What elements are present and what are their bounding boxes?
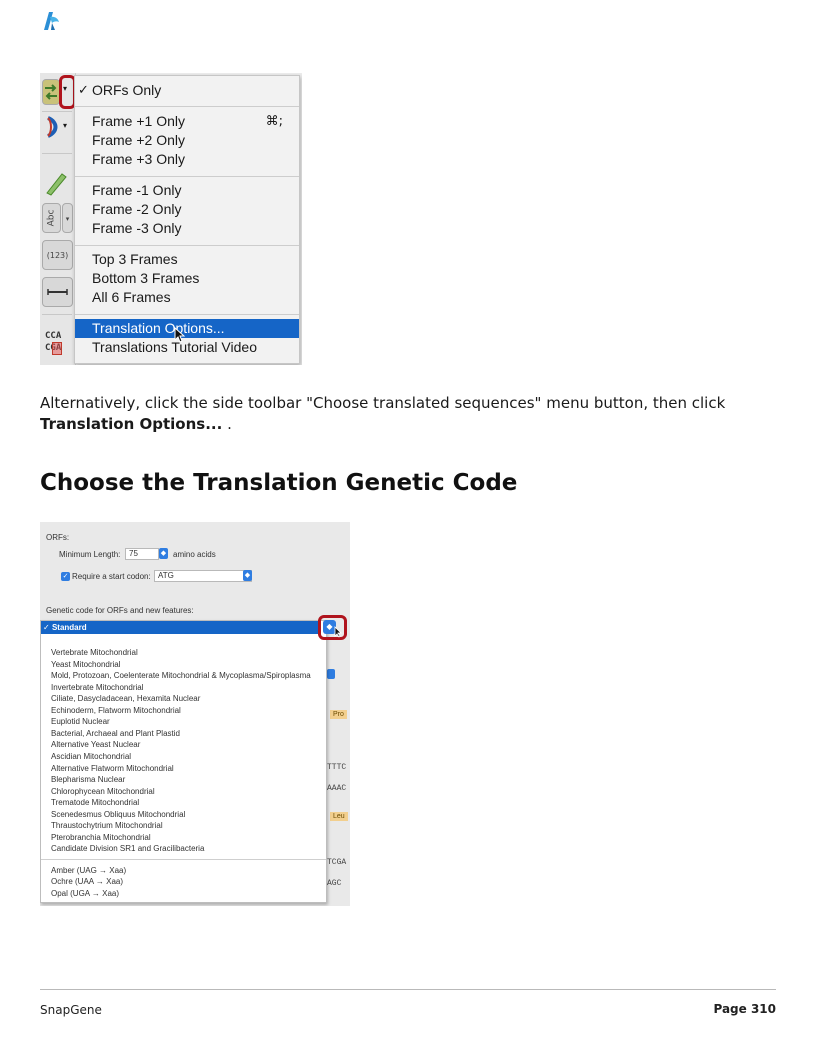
checkmark-icon: ✓: [43, 623, 52, 632]
menu-item-frame-minus-1[interactable]: Frame -1 Only: [75, 181, 299, 200]
mouse-cursor-icon: [174, 327, 185, 343]
genetic-code-option[interactable]: Ascidian Mitochondrial: [51, 751, 131, 762]
snapgene-logo: [44, 12, 59, 30]
orfs-section-label: ORFs:: [46, 533, 70, 542]
stop-codon-option[interactable]: Opal (UGA → Xaa): [51, 888, 119, 899]
menu-item-bottom-3-frames[interactable]: Bottom 3 Frames: [75, 269, 299, 288]
sequence-line: AAAC: [327, 784, 347, 793]
genetic-code-option[interactable]: Mold, Protozoan, Coelenterate Mitochondr…: [51, 670, 311, 681]
numbering-button[interactable]: (123): [42, 240, 73, 270]
genetic-code-option[interactable]: Echinoderm, Flatworm Mitochondrial: [51, 705, 181, 716]
menu-item-frame-plus-1[interactable]: Frame +1 Only ⌘;: [75, 112, 299, 131]
dropdown-separator: [41, 858, 326, 860]
genetic-code-option[interactable]: Invertebrate Mitochondrial: [51, 682, 144, 693]
ruler-button[interactable]: [42, 277, 73, 307]
amino-acid-tag: Leu: [330, 812, 348, 821]
menu-screenshot: ▾ ▾ Abc ▾ (123) CCA CGA: [40, 73, 302, 365]
translated-sequences-button[interactable]: [42, 79, 60, 105]
shortcut-label: ⌘;: [265, 114, 283, 129]
chevron-down-icon[interactable]: ▾: [63, 121, 67, 130]
instruction-bold: Translation Options...: [40, 415, 223, 433]
seq-top: CCA: [45, 331, 62, 341]
genetic-code-option[interactable]: Pterobranchia Mitochondrial: [51, 832, 151, 843]
min-length-stepper[interactable]: ◆: [159, 548, 168, 559]
genetic-code-option[interactable]: Ciliate, Dasycladacean, Hexamita Nuclear: [51, 693, 200, 704]
primer-icon[interactable]: [46, 116, 60, 138]
instruction-tail: .: [222, 415, 232, 433]
min-length-label: Minimum Length:: [59, 550, 121, 559]
menu-item-frame-plus-2[interactable]: Frame +2 Only: [75, 131, 299, 150]
genetic-code-option[interactable]: Scenedesmus Obliquus Mitochondrial: [51, 809, 185, 820]
genetic-code-option-standard[interactable]: ✓ Standard: [41, 621, 321, 634]
checkmark-icon: ✓: [78, 83, 89, 98]
text-tool-dropdown[interactable]: ▾: [62, 203, 73, 233]
instruction-text: Alternatively, click the side toolbar "C…: [40, 394, 726, 412]
menu-item-all-6-frames[interactable]: All 6 Frames: [75, 288, 299, 307]
require-start-checkbox[interactable]: ✓: [61, 572, 70, 581]
menu-item-translation-options[interactable]: Translation Options...: [75, 319, 299, 338]
side-toolbar: ▾ ▾ Abc ▾ (123) CCA CGA: [40, 73, 76, 365]
menu-item-frame-minus-2[interactable]: Frame -2 Only: [75, 200, 299, 219]
genetic-code-option[interactable]: Candidate Division SR1 and Gracilibacter…: [51, 843, 204, 854]
text-tool-button[interactable]: Abc: [42, 203, 61, 233]
genetic-code-option[interactable]: Vertebrate Mitochondrial: [51, 647, 138, 658]
genetic-code-dropdown: ✓ Standard Vertebrate Mitochondrial Yeast…: [40, 620, 327, 903]
menu-item-top-3-frames[interactable]: Top 3 Frames: [75, 250, 299, 269]
mouse-cursor-icon: [334, 626, 342, 638]
require-start-label: Require a start codon:: [72, 572, 151, 581]
genetic-code-option[interactable]: Chlorophycean Mitochondrial: [51, 786, 155, 797]
genetic-code-option[interactable]: Alternative Yeast Nuclear: [51, 739, 140, 750]
genetic-code-option[interactable]: Blepharisma Nuclear: [51, 774, 125, 785]
abc-label: Abc: [46, 209, 57, 227]
min-length-input[interactable]: 75: [125, 548, 159, 560]
genetic-code-option[interactable]: Yeast Mitochondrial: [51, 659, 121, 670]
footer-divider: [40, 989, 776, 990]
ruler-icon: [47, 289, 68, 295]
translated-sequences-menu: ✓ ORFs Only Frame +1 Only ⌘; Frame +2 On…: [74, 75, 300, 364]
page-number: Page 310: [713, 1002, 776, 1016]
menu-item-frame-minus-3[interactable]: Frame -3 Only: [75, 219, 299, 238]
genetic-code-option[interactable]: Bacterial, Archaeal and Plant Plastid: [51, 728, 180, 739]
feature-pen-icon[interactable]: [44, 168, 70, 196]
start-codon-stepper[interactable]: ◆: [243, 570, 252, 581]
start-codon-select[interactable]: ATG: [154, 570, 252, 582]
sequence-line: TCGA: [327, 858, 347, 867]
instruction-paragraph: Alternatively, click the side toolbar "C…: [40, 393, 780, 435]
menu-item-orfs-only[interactable]: ✓ ORFs Only: [75, 81, 299, 100]
sequence-line: AGC: [327, 879, 342, 888]
genetic-code-label: Genetic code for ORFs and new features:: [46, 606, 194, 615]
genetic-code-option[interactable]: Thraustochytrium Mitochondrial: [51, 820, 163, 831]
menu-item-frame-plus-3[interactable]: Frame +3 Only: [75, 150, 299, 169]
genetic-code-option[interactable]: Trematode Mitochondrial: [51, 797, 139, 808]
translate-arrows-icon: [45, 84, 57, 100]
genetic-code-screenshot: ORFs: Minimum Length: 75 ◆ amino acids ✓…: [40, 522, 350, 906]
genetic-code-option[interactable]: Euplotid Nuclear: [51, 716, 110, 727]
section-heading: Choose the Translation Genetic Code: [40, 470, 518, 496]
stop-codon-option[interactable]: Ochre (UAA → Xaa): [51, 876, 123, 887]
sequence-line: TTTC: [327, 763, 347, 772]
stop-codon-option[interactable]: Amber (UAG → Xaa): [51, 865, 126, 876]
min-length-unit: amino acids: [173, 550, 216, 559]
footer-brand: SnapGene: [40, 1003, 102, 1017]
amino-acid-tag: Pro: [330, 710, 347, 719]
genetic-code-option[interactable]: Alternative Flatworm Mitochondrial: [51, 763, 174, 774]
menu-item-translations-tutorial[interactable]: Translations Tutorial Video: [75, 338, 299, 357]
